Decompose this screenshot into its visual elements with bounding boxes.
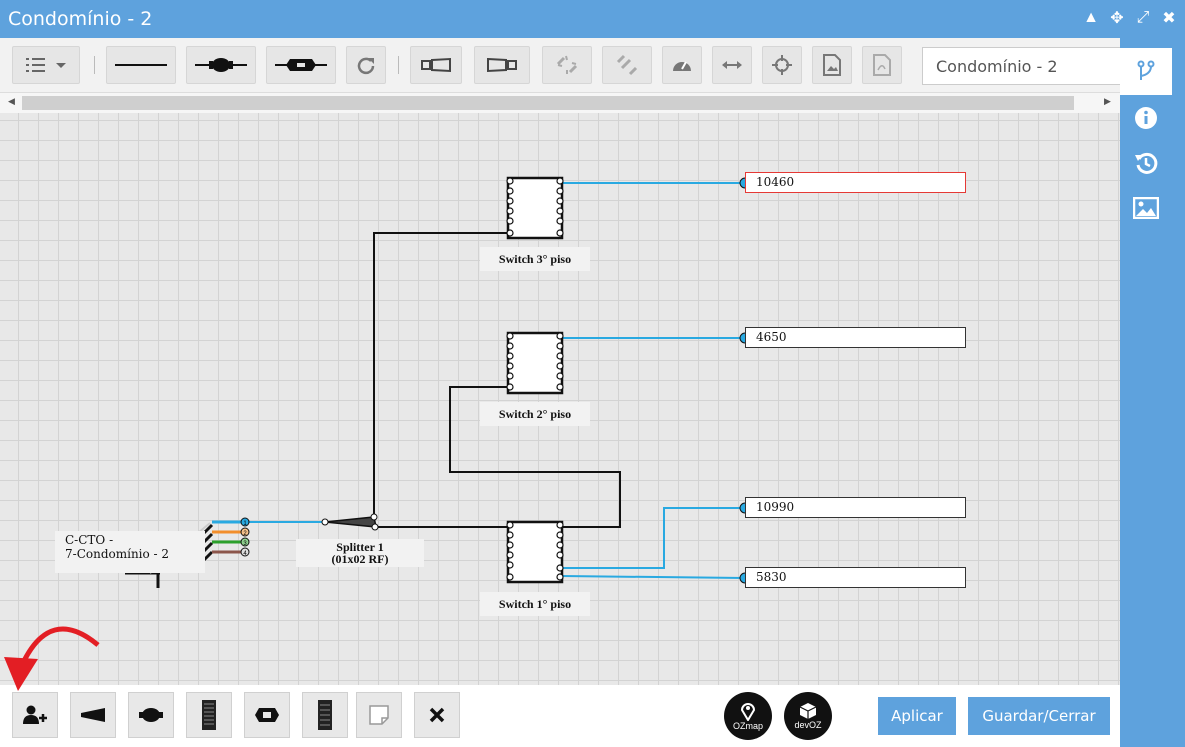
draw-line-button[interactable] xyxy=(106,46,176,84)
cable-to-switch3[interactable] xyxy=(373,232,508,517)
image-icon xyxy=(1133,197,1159,219)
right-sidebar xyxy=(1120,38,1185,747)
switch1-element[interactable] xyxy=(506,520,564,584)
cube-icon xyxy=(799,703,817,719)
add-fusion-button[interactable] xyxy=(186,46,256,84)
history-icon xyxy=(1135,152,1158,174)
output-box-4[interactable]: 5830 xyxy=(745,567,966,588)
connector-tool-icon xyxy=(255,708,279,722)
diagram-canvas[interactable]: 1 2 3 4 C-CTO - 7-Condomínio - 2 Splitte… xyxy=(0,113,1120,685)
add-dio-tool[interactable] xyxy=(186,692,232,738)
line-icon xyxy=(115,64,167,66)
collapse-icon[interactable]: ▲ xyxy=(1081,8,1101,28)
horizontal-scrollbar[interactable]: ◀ ▶ xyxy=(0,93,1120,113)
window-title: Condomínio - 2 xyxy=(8,8,153,30)
fusion-icon xyxy=(195,58,247,72)
dio-tool-icon xyxy=(202,700,216,730)
window-titlebar: Condomínio - 2 ▲ ✥ ⤢ ✖ xyxy=(0,0,1185,38)
switch3-element[interactable] xyxy=(506,176,564,240)
sidebar-connections[interactable] xyxy=(1120,48,1172,95)
move-icon[interactable]: ✥ xyxy=(1107,8,1127,28)
map-pin-icon xyxy=(740,703,756,721)
toolbar-separator xyxy=(398,56,399,74)
export-pdf-button[interactable] xyxy=(862,46,902,84)
toolbar xyxy=(0,38,1144,93)
list-icon xyxy=(26,58,66,72)
branch-icon xyxy=(1137,60,1155,80)
output-box-3[interactable]: 10990 xyxy=(745,497,966,518)
splitter-label-line2: (01x02 RF) xyxy=(331,552,389,566)
redo-icon xyxy=(357,57,375,75)
splitter-label: Splitter 1 (01x02 RF) xyxy=(296,539,424,567)
disconnect-all-button[interactable] xyxy=(602,46,652,84)
add-client-button[interactable] xyxy=(12,692,58,738)
distance-button[interactable] xyxy=(712,46,752,84)
add-splitter-tool[interactable] xyxy=(70,692,116,738)
scroll-left-icon[interactable]: ◀ xyxy=(8,96,15,107)
sidebar-info[interactable] xyxy=(1120,98,1172,138)
cto-label: C-CTO - 7-Condomínio - 2 xyxy=(55,531,205,573)
cto-label-line2: 7-Condomínio - 2 xyxy=(65,547,170,561)
switch2-element[interactable] xyxy=(506,331,564,395)
maximize-icon[interactable]: ⤢ xyxy=(1133,8,1153,28)
toolbar-separator xyxy=(94,56,95,74)
note-icon xyxy=(369,705,389,725)
fiber-output-3[interactable] xyxy=(562,507,744,569)
add-fusion-tool[interactable] xyxy=(128,692,174,738)
switch1-label: Switch 1° piso xyxy=(480,592,590,616)
devoz-logo-text: devOZ xyxy=(794,720,822,730)
ozmap-logo-text: OZmap xyxy=(732,721,763,731)
arrows-horizontal-icon xyxy=(722,61,742,69)
info-icon xyxy=(1135,107,1157,129)
list-menu-button[interactable] xyxy=(12,46,80,84)
power-meter-button[interactable] xyxy=(662,46,702,84)
unlink-icon xyxy=(556,55,578,74)
scroll-right-icon[interactable]: ▶ xyxy=(1104,96,1111,107)
switch3-label: Switch 3° piso xyxy=(480,247,590,271)
add-user-icon xyxy=(23,705,47,724)
sidebar-image[interactable] xyxy=(1120,188,1172,228)
splitter-tool-icon xyxy=(81,708,105,722)
apply-button[interactable]: Aplicar xyxy=(878,697,956,735)
add-splitter-button[interactable] xyxy=(410,46,462,84)
connector-icon xyxy=(275,59,327,71)
fusion-tool-icon xyxy=(139,708,163,722)
splitter-reverse-icon xyxy=(487,57,517,73)
unlink-all-icon xyxy=(616,54,638,76)
bottom-toolbar: OZmap devOZ Aplicar Guardar/Cerrar xyxy=(0,626,1120,747)
ozmap-logo: OZmap xyxy=(724,692,772,740)
splitter-icon xyxy=(421,57,451,73)
pdf-file-icon xyxy=(873,54,891,76)
reverse-splitter-button[interactable] xyxy=(474,46,530,84)
center-view-button[interactable] xyxy=(762,46,802,84)
diagram-name-input[interactable] xyxy=(922,47,1144,85)
add-note-tool[interactable] xyxy=(356,692,402,738)
cto-label-line1: C-CTO - xyxy=(65,533,114,547)
delete-x-icon xyxy=(429,707,445,723)
delete-tool[interactable] xyxy=(414,692,460,738)
switch2-label: Switch 2° piso xyxy=(480,402,590,426)
output-box-1[interactable]: 10460 xyxy=(745,172,966,193)
output-box-2[interactable]: 4650 xyxy=(745,327,966,348)
add-connector-button[interactable] xyxy=(266,46,336,84)
devoz-logo: devOZ xyxy=(784,692,832,740)
hint-arrow-icon xyxy=(4,626,100,691)
image-file-icon xyxy=(823,54,841,76)
gauge-icon xyxy=(673,61,691,71)
save-close-button[interactable]: Guardar/Cerrar xyxy=(968,697,1110,735)
splitter-element[interactable] xyxy=(321,513,379,531)
export-image-button[interactable] xyxy=(812,46,852,84)
close-icon[interactable]: ✖ xyxy=(1159,8,1179,28)
fiber-output-4[interactable] xyxy=(561,575,745,579)
redo-button[interactable] xyxy=(346,46,386,84)
scrollbar-thumb[interactable] xyxy=(22,96,1074,110)
switch-tool-icon xyxy=(318,700,332,730)
add-connector-tool[interactable] xyxy=(244,692,290,738)
sidebar-history[interactable] xyxy=(1120,143,1172,183)
crosshair-icon xyxy=(772,55,792,75)
add-switch-tool[interactable] xyxy=(302,692,348,738)
disconnect-button[interactable] xyxy=(542,46,592,84)
